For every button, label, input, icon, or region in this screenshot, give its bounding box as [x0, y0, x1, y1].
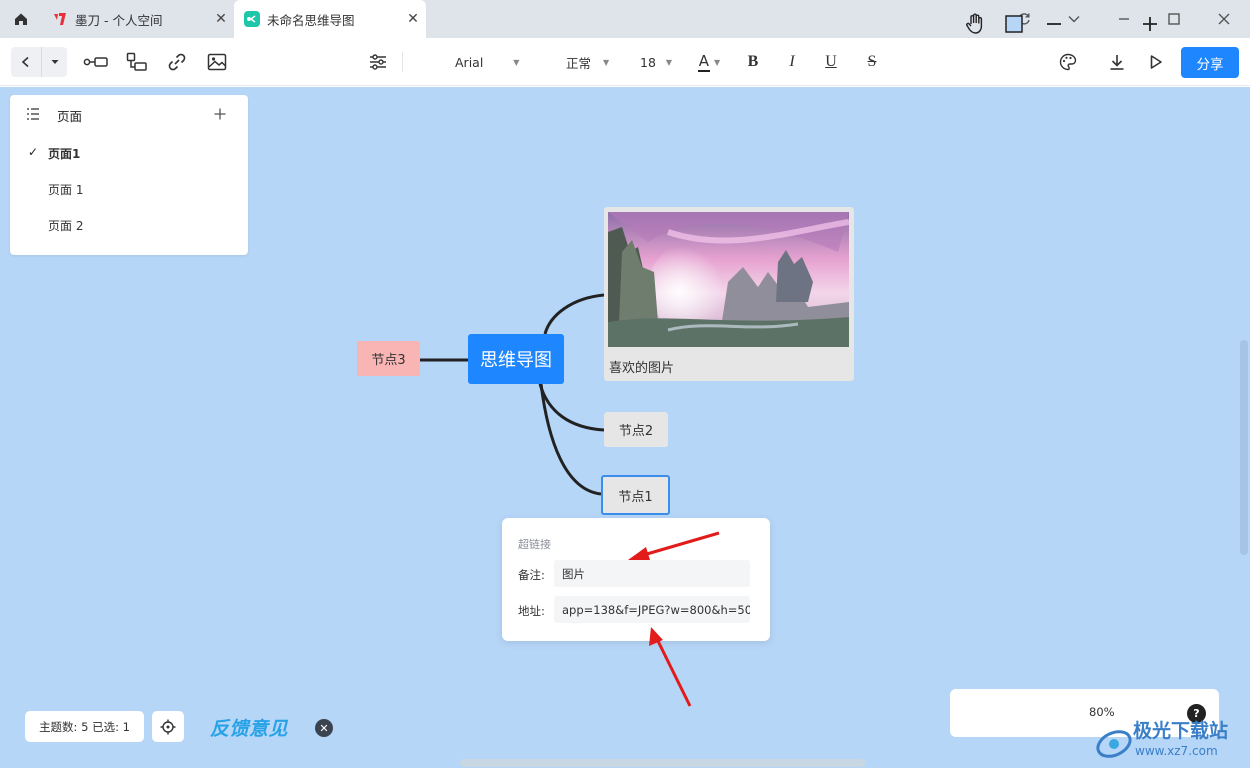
- editor-toolbar: Arial ▼ 正常 ▼ 18 ▼ A ▼ B I U S 分享: [0, 38, 1250, 86]
- zoom-in-icon[interactable]: [1139, 12, 1161, 36]
- image-caption: 喜欢的图片: [609, 361, 675, 376]
- font-weight-select[interactable]: 正常 ▼: [566, 48, 616, 76]
- zoom-level: 80%: [1089, 705, 1115, 719]
- topic-count-status: 主题数: 5 已选: 1: [25, 711, 144, 742]
- note-input[interactable]: [554, 560, 750, 587]
- caret-down-icon: ▼: [603, 57, 610, 67]
- page-item-active[interactable]: 页面1: [48, 145, 80, 162]
- tab-mindmap[interactable]: 未命名思维导图 ✕: [234, 0, 426, 38]
- download-icon[interactable]: [1104, 48, 1130, 76]
- tab-personal-space[interactable]: 墨刀 - 个人空间 ✕: [42, 0, 234, 38]
- horizontal-scrollbar[interactable]: [460, 759, 866, 767]
- watermark-url: www.xz7.com: [1135, 744, 1218, 758]
- font-size-select[interactable]: 18 ▼: [640, 48, 680, 76]
- text-color-letter: A: [697, 51, 711, 72]
- note-label: 备注:: [518, 568, 545, 582]
- add-child-node-icon[interactable]: [82, 48, 110, 76]
- nav-dropdown-icon[interactable]: [41, 47, 67, 77]
- mindmap-node-1-selected[interactable]: 节点1: [601, 475, 670, 515]
- add-sibling-node-icon[interactable]: [124, 48, 150, 76]
- style-settings-icon[interactable]: [365, 48, 391, 76]
- link-icon[interactable]: [164, 48, 190, 76]
- back-button[interactable]: [11, 47, 41, 77]
- close-window-icon[interactable]: [1199, 0, 1249, 38]
- underline-button[interactable]: U: [819, 48, 843, 76]
- play-icon[interactable]: [1143, 48, 1169, 76]
- url-label: 地址:: [518, 604, 545, 618]
- frame-select-icon[interactable]: [1003, 12, 1025, 36]
- back-nav-group: [11, 47, 67, 77]
- modao-logo-icon: [52, 11, 68, 27]
- font-weight-value: 正常: [566, 55, 592, 71]
- caret-down-icon: ▼: [714, 57, 721, 67]
- mindmap-logo-icon: [244, 11, 260, 27]
- caret-down-icon: ▼: [513, 57, 520, 67]
- pages-panel: 页面 ✓ 页面1 页面 1 页面 2: [10, 95, 248, 255]
- mindmap-image-node[interactable]: 喜欢的图片: [604, 207, 854, 381]
- font-family-value: Arial: [455, 54, 484, 70]
- close-icon[interactable]: ✕: [208, 11, 234, 27]
- locate-center-icon[interactable]: [152, 711, 184, 742]
- vertical-scrollbar[interactable]: [1240, 340, 1248, 555]
- bold-button[interactable]: B: [741, 48, 765, 76]
- hand-tool-icon[interactable]: [963, 12, 987, 36]
- toolbar-divider: [402, 52, 403, 72]
- strikethrough-button[interactable]: S: [860, 48, 884, 76]
- pages-panel-title: 页面: [57, 109, 83, 124]
- hyperlink-title: 超链接: [518, 538, 551, 551]
- tab-title: 未命名思维导图: [267, 12, 355, 28]
- mindmap-node-3[interactable]: 节点3: [357, 341, 420, 376]
- url-input[interactable]: [554, 596, 750, 623]
- mindmap-root-node[interactable]: 思维导图: [468, 334, 564, 384]
- share-button[interactable]: 分享: [1181, 47, 1239, 78]
- tab-title: 墨刀 - 个人空间: [75, 12, 163, 28]
- watermark-text: 极光下载站: [1133, 720, 1229, 742]
- hyperlink-popover: 超链接 备注: 地址:: [502, 518, 770, 641]
- close-icon[interactable]: ✕: [315, 719, 333, 737]
- home-icon[interactable]: [0, 0, 42, 38]
- image-icon[interactable]: [204, 48, 230, 76]
- caret-down-icon: ▼: [665, 57, 673, 67]
- page-item[interactable]: 页面 1: [48, 181, 83, 198]
- feedback-link[interactable]: 反馈意见: [210, 714, 288, 741]
- page-item[interactable]: 页面 2: [48, 217, 83, 234]
- add-page-icon[interactable]: [214, 104, 226, 125]
- list-icon[interactable]: [26, 107, 40, 125]
- font-size-value: 18: [640, 54, 656, 70]
- font-family-select[interactable]: Arial ▼: [455, 48, 535, 76]
- mindmap-node-2[interactable]: 节点2: [604, 412, 668, 447]
- palette-icon[interactable]: [1055, 48, 1081, 76]
- check-icon: ✓: [28, 145, 39, 159]
- zoom-out-icon[interactable]: [1043, 12, 1065, 36]
- fantasy-landscape-image: [608, 212, 849, 347]
- text-color-button[interactable]: A ▼: [694, 48, 724, 76]
- italic-button[interactable]: I: [780, 48, 804, 76]
- close-icon[interactable]: ✕: [400, 11, 426, 27]
